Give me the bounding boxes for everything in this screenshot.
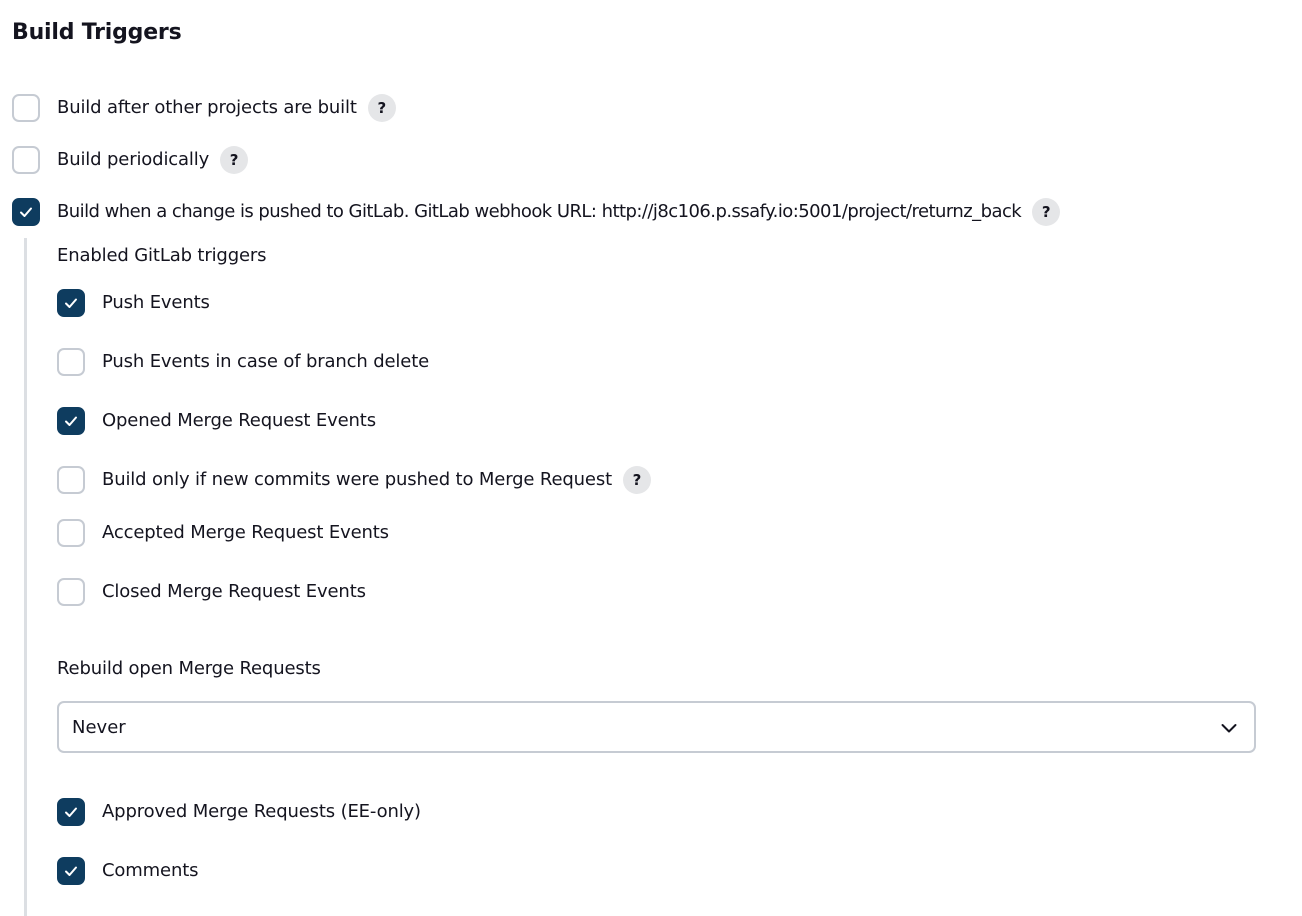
build-periodically-checkbox[interactable] [12, 146, 40, 174]
help-icon[interactable]: ? [220, 146, 249, 174]
accepted-merge-request-checkbox[interactable] [57, 519, 85, 547]
build-on-gitlab-push-checkbox[interactable] [12, 198, 40, 226]
trigger-build-periodically: Build periodically ? [12, 144, 249, 176]
push-branch-delete-label: Push Events in case of branch delete [102, 351, 430, 372]
closed-merge-request-checkbox[interactable] [57, 578, 85, 606]
help-icon[interactable]: ? [1032, 198, 1061, 226]
check-icon [65, 416, 77, 426]
approved-merge-requests-label: Approved Merge Requests (EE-only) [102, 801, 421, 822]
opened-merge-request-checkbox[interactable] [57, 407, 85, 435]
event-comments: Comments [57, 855, 199, 887]
event-accepted-merge-request: Accepted Merge Request Events [57, 517, 389, 549]
push-branch-delete-checkbox[interactable] [57, 348, 85, 376]
event-closed-merge-request: Closed Merge Request Events [57, 576, 366, 608]
accepted-merge-request-label: Accepted Merge Request Events [102, 522, 389, 543]
comments-checkbox[interactable] [57, 857, 85, 885]
closed-merge-request-label: Closed Merge Request Events [102, 581, 366, 602]
help-icon[interactable]: ? [622, 466, 651, 494]
rebuild-selected-value: Never [72, 717, 126, 738]
chevron-down-icon [1221, 724, 1237, 733]
check-icon [65, 866, 77, 876]
rebuild-open-merge-requests-select[interactable]: Never [57, 701, 1256, 753]
event-push-events: Push Events [57, 287, 210, 319]
new-commits-only-label: Build only if new commits were pushed to… [102, 469, 612, 490]
event-opened-merge-request: Opened Merge Request Events [57, 405, 376, 437]
check-icon [20, 207, 32, 217]
check-icon [65, 298, 77, 308]
comments-label: Comments [102, 860, 199, 881]
build-after-other-projects-checkbox[interactable] [12, 94, 40, 122]
push-events-checkbox[interactable] [57, 289, 85, 317]
opened-merge-request-label: Opened Merge Request Events [102, 410, 376, 431]
build-on-gitlab-push-label: Build when a change is pushed to GitLab.… [57, 201, 1022, 222]
build-after-other-projects-label: Build after other projects are built [57, 97, 357, 118]
event-approved-merge-requests: Approved Merge Requests (EE-only) [57, 796, 421, 828]
nested-options-divider [24, 238, 27, 916]
section-title: Build Triggers [12, 20, 182, 45]
approved-merge-requests-checkbox[interactable] [57, 798, 85, 826]
rebuild-open-merge-requests-label: Rebuild open Merge Requests [57, 658, 321, 679]
event-new-commits-only: Build only if new commits were pushed to… [57, 464, 651, 496]
enabled-gitlab-triggers-label: Enabled GitLab triggers [57, 245, 267, 266]
build-periodically-label: Build periodically [57, 149, 210, 170]
event-push-branch-delete: Push Events in case of branch delete [57, 346, 429, 378]
new-commits-only-checkbox[interactable] [57, 466, 85, 494]
trigger-build-on-gitlab-push: Build when a change is pushed to GitLab.… [12, 196, 1061, 228]
check-icon [65, 807, 77, 817]
trigger-build-after-other-projects: Build after other projects are built ? [12, 92, 396, 124]
push-events-label: Push Events [102, 292, 210, 313]
help-icon[interactable]: ? [367, 94, 396, 122]
